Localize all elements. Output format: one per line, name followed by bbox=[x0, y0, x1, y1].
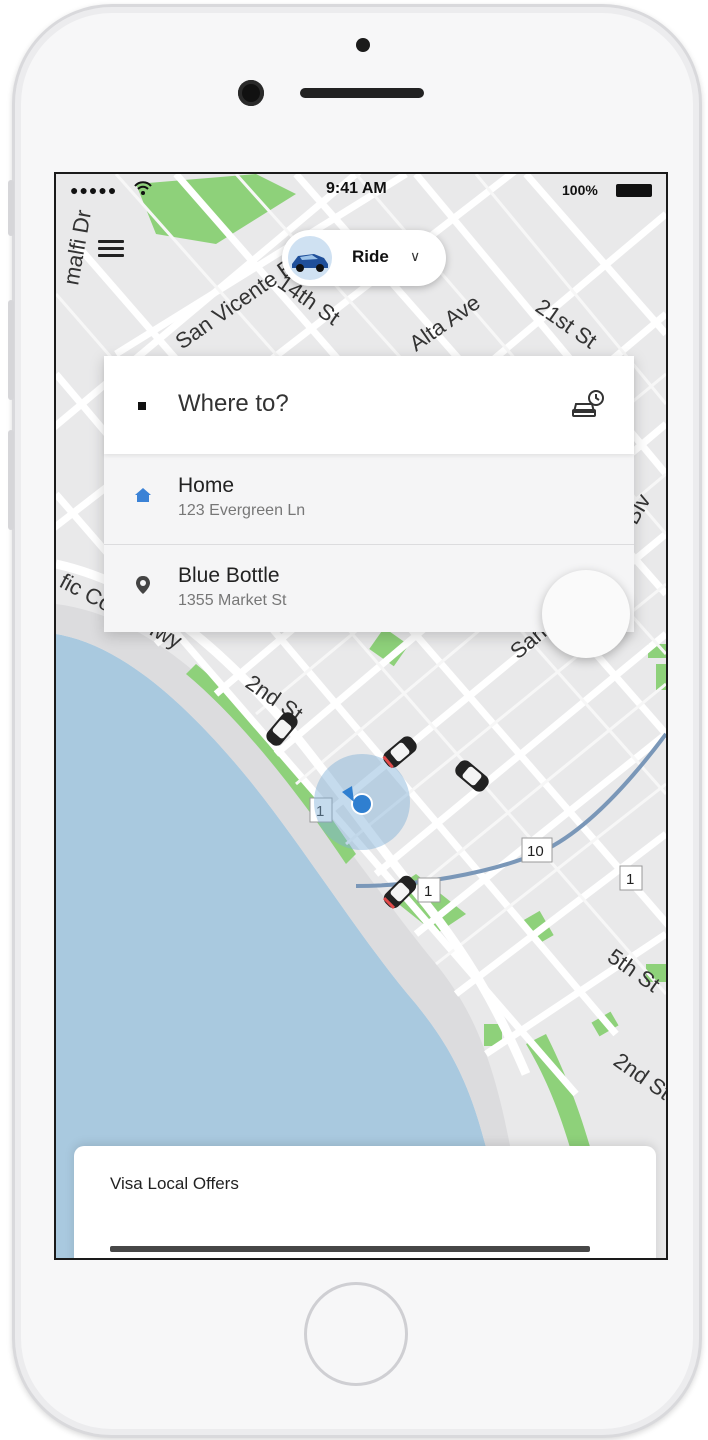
location-pin-icon bbox=[132, 574, 154, 596]
home-button[interactable] bbox=[304, 1282, 408, 1386]
saved-place-home[interactable]: Home 123 Evergreen Ln bbox=[104, 454, 634, 544]
destination-square-icon bbox=[138, 402, 146, 410]
saved-place-address: 123 Evergreen Ln bbox=[178, 502, 306, 519]
status-bar: ●●●●● 9:41 AM 100% bbox=[56, 174, 666, 210]
status-time: 9:41 AM bbox=[326, 180, 387, 197]
locate-me-button[interactable] bbox=[542, 570, 630, 658]
offers-bottom-sheet[interactable]: Visa Local Offers bbox=[74, 1146, 656, 1258]
wifi-icon bbox=[134, 180, 152, 200]
saved-place-title: Blue Bottle bbox=[178, 564, 280, 587]
phone-screen: San Vicente Blvd 14th St Alta Ave 21st S… bbox=[54, 172, 668, 1260]
signal-strength-icon: ●●●●● bbox=[70, 182, 118, 198]
offers-body-peek bbox=[110, 1232, 630, 1252]
home-icon bbox=[132, 484, 154, 506]
mute-switch bbox=[8, 180, 14, 236]
route-shield: 10 bbox=[521, 837, 553, 863]
proximity-sensor bbox=[356, 38, 370, 52]
volume-up-button bbox=[8, 300, 14, 400]
battery-percent: 100% bbox=[562, 182, 598, 198]
svg-text:10: 10 bbox=[527, 843, 544, 860]
chevron-down-icon: ∨ bbox=[410, 248, 421, 264]
map[interactable]: San Vicente Blvd 14th St Alta Ave 21st S… bbox=[56, 174, 666, 1258]
car-thumbnail-icon bbox=[288, 236, 332, 280]
saved-place-title: Home bbox=[178, 474, 235, 497]
battery-icon bbox=[616, 184, 652, 197]
svg-text:1: 1 bbox=[424, 883, 432, 900]
route-shield: 1 bbox=[619, 865, 643, 891]
ride-type-label: Ride bbox=[352, 247, 389, 266]
svg-text:1: 1 bbox=[626, 871, 634, 888]
current-location-dot bbox=[351, 793, 373, 815]
search-placeholder: Where to? bbox=[178, 390, 289, 417]
menu-icon[interactable] bbox=[98, 240, 124, 258]
saved-place-address: 1355 Market St bbox=[178, 592, 287, 609]
route-shield: 1 bbox=[417, 877, 441, 903]
ride-type-selector[interactable]: Ride ∨ bbox=[282, 230, 446, 286]
schedule-ride-icon[interactable] bbox=[570, 388, 606, 420]
where-to-search[interactable]: Where to? bbox=[104, 356, 634, 454]
front-camera bbox=[238, 80, 264, 106]
earpiece-speaker bbox=[300, 88, 424, 98]
offers-title: Visa Local Offers bbox=[110, 1174, 239, 1193]
volume-down-button bbox=[8, 430, 14, 530]
